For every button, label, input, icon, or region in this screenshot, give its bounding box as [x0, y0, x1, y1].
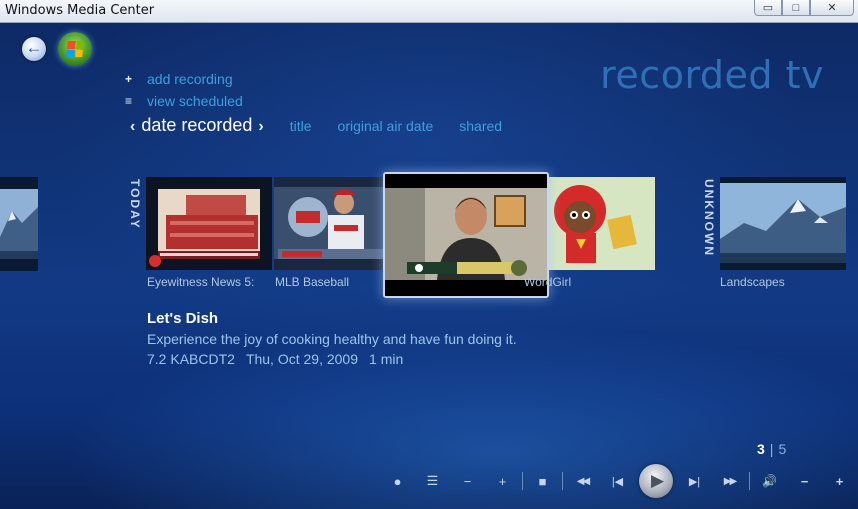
landscape-thumbnail: [720, 177, 846, 270]
page-title: recorded tv: [600, 53, 824, 97]
tile-caption: Landscapes: [720, 275, 785, 289]
list-icon: ≡: [125, 94, 133, 108]
window-title: Windows Media Center: [5, 3, 155, 18]
maximize-icon: □: [792, 1, 800, 14]
recording-tile[interactable]: [540, 177, 655, 270]
play-icon: ▶: [650, 471, 665, 490]
minus-icon: −: [800, 473, 809, 489]
action-label: add recording: [147, 71, 233, 87]
play-button[interactable]: ▶: [639, 464, 673, 498]
recording-duration: 1 min: [369, 351, 404, 367]
sort-bar: ‹ date recorded › title original air dat…: [130, 115, 502, 136]
group-label-today: TODAY: [128, 179, 142, 230]
add-recording-link[interactable]: + add recording: [125, 68, 243, 90]
stop-button[interactable]: ■: [525, 466, 560, 496]
stop-icon: ■: [538, 473, 547, 489]
partial-tile-left[interactable]: [0, 177, 38, 271]
fast-forward-button[interactable]: ▶▶: [712, 466, 747, 496]
record-button[interactable]: ●: [380, 466, 415, 496]
view-scheduled-link[interactable]: ≡ view scheduled: [125, 90, 243, 112]
close-button[interactable]: ✕: [810, 0, 854, 16]
tile-caption: Eyewitness News 5:: [147, 275, 255, 289]
fast-forward-icon: ▶▶: [723, 475, 737, 487]
rewind-icon: ◀◀: [576, 475, 590, 487]
list-icon: ☰: [426, 473, 439, 488]
channel-up-button[interactable]: +: [485, 466, 520, 496]
guide-button[interactable]: ☰: [415, 466, 450, 496]
landscape-thumbnail: [0, 189, 38, 259]
minus-icon: −: [463, 473, 472, 489]
cooking-show-video: [385, 174, 547, 296]
minimize-button[interactable]: ▭: [754, 0, 782, 16]
volume-down-button[interactable]: −: [787, 466, 822, 496]
title-bar: Windows Media Center ▭ □ ✕: [0, 0, 858, 23]
maximize-button[interactable]: □: [782, 0, 810, 16]
skip-back-icon: |◀: [611, 475, 624, 488]
tile-caption: MLB Baseball: [275, 275, 350, 289]
skip-back-button[interactable]: |◀: [600, 466, 635, 496]
transport-controls: ● ☰ − + ■ ◀◀ |◀ ▶ ▶| ▶▶ 🔊 − +: [380, 461, 857, 501]
recording-meta: 7.2 KABCDT2 Thu, Oct 29, 2009 1 min: [147, 351, 517, 367]
recording-details: Let's Dish Experience the joy of cooking…: [147, 310, 517, 367]
plus-icon: +: [498, 473, 507, 489]
action-list: + add recording ≡ view scheduled: [125, 68, 243, 112]
recording-tile[interactable]: [274, 177, 400, 270]
back-button[interactable]: ←: [22, 37, 46, 61]
plus-icon: +: [835, 473, 844, 489]
back-arrow-icon: ←: [25, 38, 43, 57]
recording-title: Let's Dish: [147, 310, 219, 327]
sort-date-recorded[interactable]: date recorded: [141, 115, 252, 136]
volume-icon: 🔊: [762, 474, 777, 488]
windows-logo-icon: [66, 41, 84, 57]
divider: [562, 472, 563, 490]
tile-caption: WordGirl: [524, 275, 572, 289]
start-button[interactable]: [58, 32, 92, 66]
recording-date: Thu, Oct 29, 2009: [245, 351, 359, 367]
sort-prev-arrow[interactable]: ‹: [130, 118, 135, 136]
page-current: 3: [757, 441, 765, 457]
page-total: 5: [778, 441, 787, 457]
wordgirl-thumbnail: [540, 177, 655, 270]
action-label: view scheduled: [147, 93, 243, 109]
wmc-window: Windows Media Center ▭ □ ✕ ← recorded tv…: [0, 0, 858, 509]
media-center-stage: ← recorded tv + add recording ≡ view sch…: [0, 23, 858, 509]
page-indicator: 3 | 5: [757, 441, 786, 457]
group-label-unknown: UNKNOWN: [702, 179, 716, 257]
volume-button[interactable]: 🔊: [752, 466, 787, 496]
bedroom-thumbnail: [146, 177, 272, 270]
recording-tile[interactable]: [720, 177, 846, 270]
record-icon: ●: [393, 473, 402, 489]
minimize-icon: ▭: [762, 2, 774, 14]
recording-tile[interactable]: [146, 177, 272, 270]
skip-forward-icon: ▶|: [688, 475, 701, 488]
recording-description: Experience the joy of cooking healthy an…: [147, 331, 517, 347]
skip-forward-button[interactable]: ▶|: [677, 466, 712, 496]
channel-down-button[interactable]: −: [450, 466, 485, 496]
baseball-thumbnail: [274, 177, 400, 270]
sort-title[interactable]: title: [290, 118, 312, 134]
divider: [522, 472, 523, 490]
rewind-button[interactable]: ◀◀: [565, 466, 600, 496]
close-icon: ✕: [827, 2, 837, 14]
sort-shared[interactable]: shared: [459, 118, 502, 134]
divider: [749, 472, 750, 490]
recording-channel: 7.2 KABCDT2: [147, 351, 235, 367]
page-separator: |: [769, 441, 774, 457]
plus-icon: +: [125, 72, 133, 86]
sort-next-arrow[interactable]: ›: [258, 118, 263, 136]
sort-original-air-date[interactable]: original air date: [338, 118, 434, 134]
volume-up-button[interactable]: +: [822, 466, 857, 496]
